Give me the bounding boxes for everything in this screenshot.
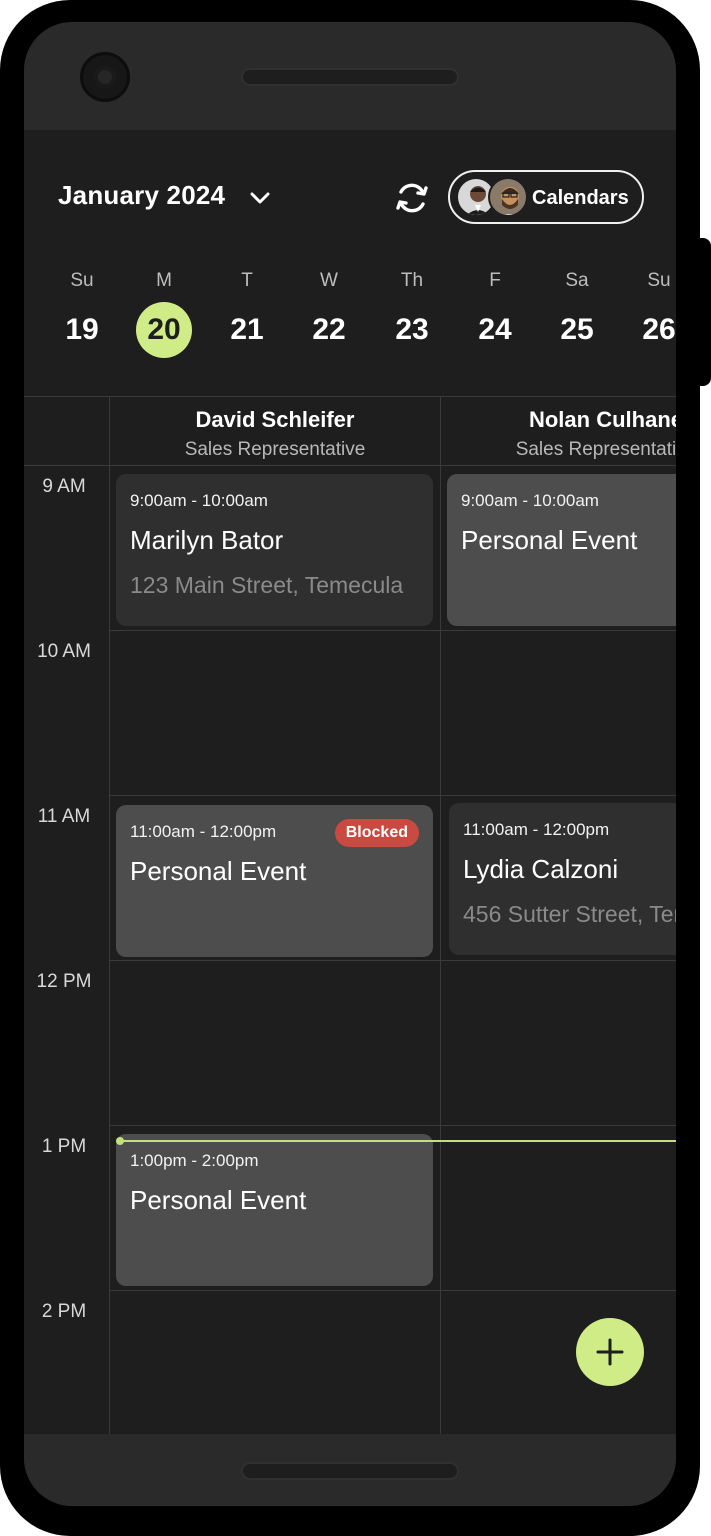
front-camera xyxy=(80,52,130,102)
event-card[interactable]: 11:00am - 12:00pm Personal Event Blocked xyxy=(116,805,433,957)
earpiece-speaker xyxy=(241,68,459,86)
day-saturday-25[interactable]: Sa 25 xyxy=(542,266,612,358)
plus-icon xyxy=(596,1338,624,1366)
event-time: 11:00am - 12:00pm xyxy=(463,820,610,839)
calendars-label: Calendars xyxy=(532,187,629,209)
day-name: T xyxy=(241,270,253,291)
event-card[interactable]: 9:00am - 10:00am Marilyn Bator 123 Main … xyxy=(116,474,433,626)
time-label: 2 PM xyxy=(41,1301,87,1322)
hour-divider xyxy=(109,1290,676,1291)
time-label: 11 AM xyxy=(37,806,91,827)
column-divider xyxy=(440,396,441,1434)
day-name: W xyxy=(320,270,338,291)
current-time-line xyxy=(120,1140,676,1142)
day-number: 23 xyxy=(395,313,429,346)
calendars-button[interactable]: Calendars xyxy=(448,170,644,224)
hour-divider xyxy=(109,795,676,796)
event-title: Personal Event xyxy=(130,1185,307,1215)
event-title: Marilyn Bator xyxy=(130,525,284,555)
phone-frame: January 2024 Calendars Su 19 M 20 T 21 W… xyxy=(0,0,711,1536)
event-title: Lydia Calzoni xyxy=(463,854,619,884)
event-location: 456 Sutter Street, Temecula xyxy=(463,901,676,927)
event-title: Personal Event xyxy=(130,856,307,886)
time-label: 1 PM xyxy=(41,1136,87,1157)
day-number: 22 xyxy=(312,313,346,346)
phone-bezel: January 2024 Calendars Su 19 M 20 T 21 W… xyxy=(24,22,676,1506)
event-title: Personal Event xyxy=(461,525,638,555)
rep-name: David Schleifer xyxy=(195,407,355,432)
day-name: F xyxy=(489,270,501,291)
day-tuesday-21[interactable]: T 21 xyxy=(212,266,282,358)
day-name: Su xyxy=(70,270,94,291)
hour-divider xyxy=(109,1125,676,1126)
month-selector-label[interactable]: January 2024 xyxy=(58,180,225,211)
day-thursday-23[interactable]: Th 23 xyxy=(377,266,447,358)
event-location: 123 Main Street, Temecula xyxy=(130,572,404,598)
current-time-dot xyxy=(116,1137,124,1145)
column-header-divider xyxy=(24,465,676,466)
time-label: 9 AM xyxy=(42,476,86,497)
day-sunday-19[interactable]: Su 19 xyxy=(47,266,117,358)
day-name: M xyxy=(156,270,172,291)
hour-divider xyxy=(109,960,676,961)
event-card[interactable]: 11:00am - 12:00pm Lydia Calzoni 456 Sutt… xyxy=(449,803,676,955)
day-number: 19 xyxy=(65,313,99,346)
blocked-badge: Blocked xyxy=(334,819,419,847)
day-sunday-26[interactable]: Su 26 xyxy=(624,266,676,358)
add-event-button[interactable] xyxy=(576,1318,644,1386)
rep-name: Nolan Culhane xyxy=(528,407,676,432)
event-time: 9:00am - 10:00am xyxy=(130,491,268,510)
time-label: 10 AM xyxy=(37,641,91,662)
day-name: Th xyxy=(400,270,424,291)
day-name: Sa xyxy=(565,270,589,291)
bottom-bezel xyxy=(24,1434,676,1506)
day-number: 26 xyxy=(642,313,676,346)
event-time: 1:00pm - 2:00pm xyxy=(130,1151,259,1170)
column-header-david[interactable]: David Schleifer Sales Representative xyxy=(110,405,440,465)
side-button xyxy=(697,238,711,386)
rep-role: Sales Representative xyxy=(184,439,366,460)
sync-icon[interactable] xyxy=(392,180,432,216)
day-number: 21 xyxy=(230,313,264,346)
home-indicator[interactable] xyxy=(241,1462,459,1480)
rep-role: Sales Representative xyxy=(515,439,676,460)
chevron-down-icon[interactable] xyxy=(246,186,274,210)
day-wednesday-22[interactable]: W 22 xyxy=(294,266,364,358)
event-card[interactable]: 1:00pm - 2:00pm Personal Event xyxy=(116,1134,433,1286)
time-gutter-divider xyxy=(109,396,110,1434)
time-label: 12 PM xyxy=(36,971,92,992)
column-header-nolan[interactable]: Nolan Culhane Sales Representative xyxy=(441,405,676,465)
hour-divider xyxy=(109,630,676,631)
avatar xyxy=(488,177,528,217)
event-time: 9:00am - 10:00am xyxy=(461,491,599,510)
day-number: 25 xyxy=(560,313,594,346)
day-number: 24 xyxy=(478,313,512,346)
calendar-screen: January 2024 Calendars Su 19 M 20 T 21 W… xyxy=(24,130,676,1434)
day-monday-20[interactable]: M 20 xyxy=(129,266,199,358)
event-card[interactable]: 9:00am - 10:00am Personal Event xyxy=(447,474,676,626)
day-number-selected: 20 xyxy=(136,302,192,358)
day-friday-24[interactable]: F 24 xyxy=(460,266,530,358)
grid-top-divider xyxy=(24,396,676,397)
day-name: Su xyxy=(647,270,671,291)
